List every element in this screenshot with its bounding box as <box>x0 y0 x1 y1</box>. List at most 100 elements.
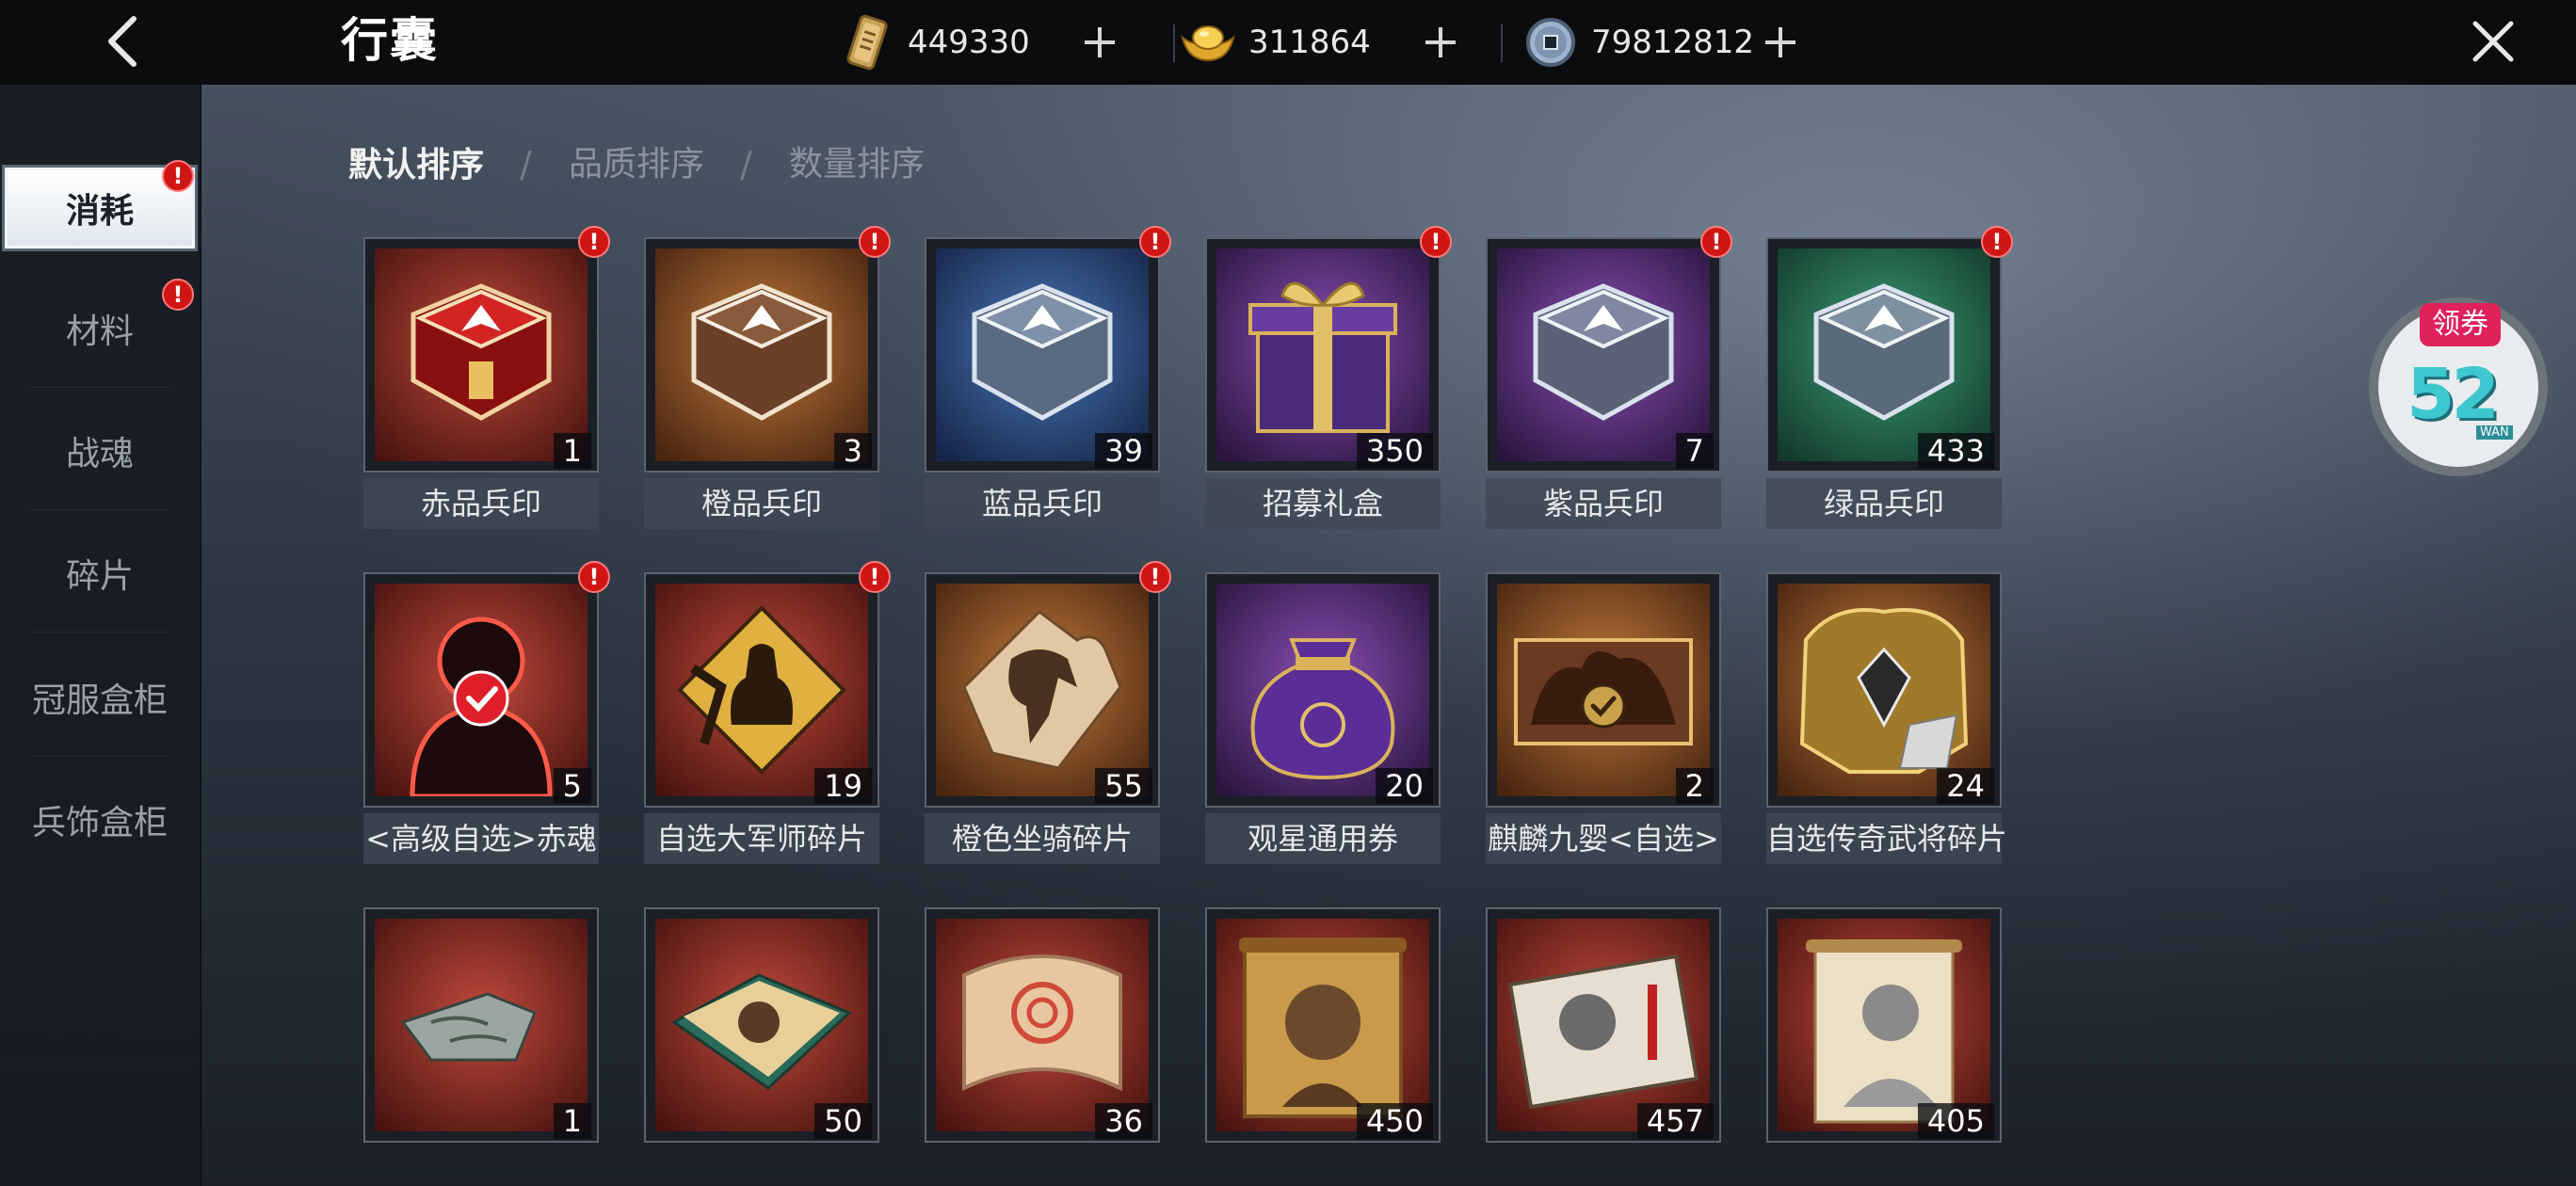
currency-token: 449330 <box>838 11 1126 73</box>
item-frame: 19 <box>644 572 879 808</box>
jade-stone-icon <box>375 919 588 1131</box>
item-name: 招募礼盒 <box>1205 478 1441 529</box>
divider <box>28 387 171 388</box>
item-count: 2 <box>1675 768 1714 804</box>
item-name: 赤品兵印 <box>363 478 599 529</box>
plus-icon <box>1085 27 1115 57</box>
item-frame: 2 <box>1486 572 1721 808</box>
sketch-book-icon <box>1497 919 1710 1131</box>
copper-coin-icon <box>1521 13 1580 72</box>
add-coin-button[interactable] <box>1754 16 1807 69</box>
sort-quality-tab[interactable]: 品质排序 <box>569 139 704 190</box>
alert-badge: ! <box>1139 561 1171 593</box>
back-button[interactable] <box>94 11 151 72</box>
item-frame: 55 <box>925 572 1160 808</box>
plus-icon <box>1765 27 1796 57</box>
item-name: 蓝品兵印 <box>925 478 1160 529</box>
token-icon <box>838 13 896 72</box>
lucky-bag-icon <box>1216 584 1429 796</box>
portrait-book-icon <box>655 919 868 1131</box>
sidebar-item-label: 碎片 <box>65 557 134 596</box>
alert-badge: ! <box>1420 226 1452 258</box>
item-count: 50 <box>814 1103 872 1139</box>
divider <box>28 509 171 510</box>
page-title: 行囊 <box>341 12 439 68</box>
alert-badge: ! <box>578 561 610 593</box>
currency-coin: 79812812 <box>1521 11 1807 73</box>
close-icon <box>2472 21 2514 62</box>
red-seal-chest-icon <box>375 248 588 461</box>
item-frame: 20 <box>1205 572 1441 808</box>
alert-badge: ! <box>859 561 891 593</box>
top-bar: 行囊 449330 311864 79812812 <box>0 0 2576 85</box>
red-soul-icon <box>375 584 588 796</box>
currency-coin-value: 79812812 <box>1591 24 1755 61</box>
alert-badge: ! <box>1139 226 1171 258</box>
plus-icon <box>1425 27 1456 57</box>
pattern-scroll-icon <box>936 919 1149 1131</box>
currency-divider <box>1173 24 1175 62</box>
item-count: 350 <box>1356 433 1433 469</box>
item-count: 39 <box>1095 433 1152 469</box>
sort-separator: / <box>740 144 752 185</box>
currency-token-value: 449330 <box>908 24 1030 61</box>
sidebar-item-label: 消耗 <box>65 191 134 231</box>
item-count: 457 <box>1636 1103 1714 1139</box>
item-count: 24 <box>1937 768 1994 804</box>
item-count: 55 <box>1095 768 1152 804</box>
sort-quantity-tab[interactable]: 数量排序 <box>789 139 925 190</box>
chevron-left-icon <box>108 16 137 67</box>
sidebar-item-costume-cabinet[interactable]: 冠服盒柜 <box>0 638 200 757</box>
alert-badge: ! <box>859 226 891 258</box>
add-token-button[interactable] <box>1073 16 1126 69</box>
strategist-fragment-icon <box>655 584 868 796</box>
item-name: 观星通用券 <box>1205 813 1441 864</box>
gold-ingot-icon <box>1179 13 1237 72</box>
coupon-tag: 领券 <box>2420 303 2501 346</box>
alert-badge: ! <box>1981 226 2013 258</box>
item-count: 1 <box>553 433 591 469</box>
sidebar-item-label: 材料 <box>65 313 134 351</box>
item-name: 绿品兵印 <box>1766 478 2002 529</box>
sidebar-item-war-souls[interactable]: 战魂 <box>0 392 200 510</box>
divider <box>28 756 171 757</box>
item-name: 自选传奇武将碎片 <box>1766 813 2007 864</box>
general-scroll-icon <box>1216 919 1429 1131</box>
item-frame: 457 <box>1486 907 1721 1143</box>
item-frame: 3 <box>644 237 879 473</box>
close-button[interactable] <box>2465 13 2521 70</box>
sidebar-item-consumables[interactable]: 消耗 ! <box>0 149 200 267</box>
item-name: 橙品兵印 <box>644 478 879 529</box>
item-count: 3 <box>833 433 872 469</box>
item-frame: 5 <box>363 572 599 808</box>
sidebar-item-label: 战魂 <box>65 435 134 473</box>
currency-gold: 311864 <box>1179 11 1467 73</box>
currency-divider <box>1501 24 1503 62</box>
item-count: 5 <box>553 768 591 804</box>
qilin-select-icon <box>1497 584 1710 796</box>
item-frame: 39 <box>925 237 1160 473</box>
item-frame: 450 <box>1205 907 1441 1143</box>
coupon-logo-number: 52 <box>2407 354 2500 435</box>
sidebar-item-fragments[interactable]: 碎片 <box>0 514 200 633</box>
purple-seal-chest-icon <box>1497 248 1710 461</box>
item-frame: 7 <box>1486 237 1721 473</box>
add-gold-button[interactable] <box>1414 16 1467 69</box>
item-name: 紫品兵印 <box>1486 478 1721 529</box>
item-name: <高级自选>赤魂 <box>363 813 599 864</box>
item-name: 自选大军师碎片 <box>644 813 879 864</box>
divider <box>28 632 171 633</box>
blue-seal-chest-icon <box>936 248 1149 461</box>
currency-gold-value: 311864 <box>1248 24 1371 61</box>
item-frame: 1 <box>363 237 599 473</box>
sidebar-item-label: 兵饰盒柜 <box>31 804 168 842</box>
mount-fragment-icon <box>936 584 1149 796</box>
sidebar-item-weapon-cabinet[interactable]: 兵饰盒柜 <box>0 761 200 879</box>
item-frame: 433 <box>1766 237 2002 473</box>
sidebar-item-materials[interactable]: 材料 ! <box>0 269 200 388</box>
coupon-float-button[interactable]: 领券 52 WAN <box>2369 297 2548 476</box>
item-count: 7 <box>1675 433 1714 469</box>
legend-general-fragment-icon <box>1778 584 1990 796</box>
item-count: 450 <box>1356 1103 1433 1139</box>
sort-default-tab[interactable]: 默认排序 <box>348 139 484 190</box>
